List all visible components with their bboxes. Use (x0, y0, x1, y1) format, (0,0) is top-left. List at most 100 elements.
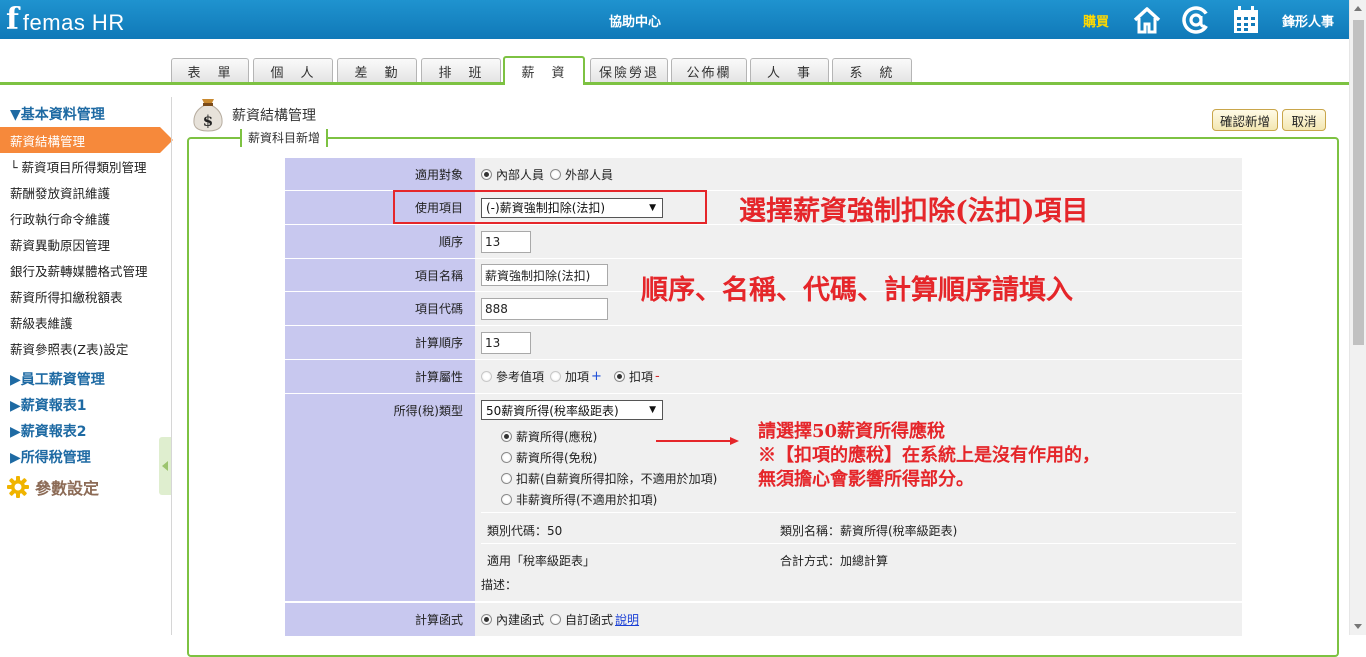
sidebar-section-report1[interactable]: ▶薪資報表1 (10, 395, 87, 415)
calc-order-label: 計算順序 (285, 326, 475, 359)
radio-builtin[interactable] (481, 614, 492, 625)
tab-forms[interactable]: 表 單 (171, 58, 249, 84)
sidebar-item-income-category[interactable]: └ 薪資項目所得類別管理 (0, 153, 171, 179)
row-target: 適用對象 內部人員 外部人員 (285, 158, 1242, 191)
annotation-tax-note: 請選擇50薪資所得應稅 ※【扣項的應稅】在系統上是沒有作用的， 無須擔心會影響所… (758, 420, 1100, 492)
tab-hr[interactable]: 人 事 (750, 58, 829, 84)
tab-shift[interactable]: 排 班 (421, 58, 501, 84)
attr-reference-option[interactable]: 參考值項 (481, 368, 544, 385)
tab-insurance[interactable]: 保險勞退 (590, 58, 668, 84)
sidebar: ▼基本資料管理 薪資結構管理 └ 薪資項目所得類別管理 薪酬發放資訊維護 行政執… (0, 97, 173, 635)
annotation-fill-fields: 順序、名稱、代碼、計算順序請填入 (641, 275, 1073, 306)
annotation-tax-line1: 請選擇50薪資所得應稅 (758, 421, 946, 442)
radio-exempt[interactable] (501, 452, 512, 463)
annotation-highlight-box (393, 190, 707, 224)
dropdown-arrow-icon: ▼ (649, 405, 656, 415)
explain-link[interactable]: 說明 (615, 611, 639, 628)
sidebar-settings[interactable]: 參數設定 (6, 475, 99, 499)
top-header: f femas HR 協助中心 購買 鋒形人事 (0, 0, 1366, 39)
radio-internal[interactable] (481, 168, 492, 180)
sidebar-section-income-tax[interactable]: ▶所得稅管理 (10, 447, 91, 467)
tax-option-non-salary[interactable]: 非薪資所得(不適用於扣項) (501, 491, 657, 508)
sidebar-item-withholding-table[interactable]: 薪資所得扣繳稅額表 (0, 283, 171, 309)
home-icon[interactable] (1131, 4, 1163, 36)
confirm-add-button[interactable]: 確認新增 (1212, 109, 1278, 131)
radio-custom[interactable] (550, 614, 562, 625)
buy-link[interactable]: 購買 (1083, 11, 1109, 30)
vertical-scrollbar[interactable] (1349, 0, 1366, 635)
sum-method: 合計方式：加總計算 (780, 554, 889, 568)
sidebar-section-employee-salary[interactable]: ▶員工薪資管理 (10, 369, 105, 389)
order-input[interactable]: 13 (481, 230, 531, 253)
logo-text: femas HR (22, 10, 125, 35)
category-name: 類別名稱：薪資所得(稅率級距表) (780, 524, 958, 538)
calendar-icon[interactable] (1230, 4, 1262, 36)
attr-deduct-option[interactable]: 扣項 - (613, 368, 660, 385)
sidebar-item-salary-structure[interactable]: 薪資結構管理 (0, 127, 173, 153)
item-name-label: 項目名稱 (285, 259, 475, 291)
order-label: 順序 (285, 225, 475, 258)
tax-option-taxable[interactable]: 薪資所得(應稅) (501, 428, 597, 445)
tax-type-select[interactable]: 50薪資所得(稅率級距表) ▼ (481, 400, 663, 420)
sidebar-collapse-handle[interactable] (159, 437, 171, 495)
radio-external[interactable] (550, 168, 562, 180)
category-code: 類別代碼：50 (487, 524, 563, 538)
brand-label: 鋒形人事 (1282, 15, 1335, 30)
tax-option-exempt[interactable]: 薪資所得(免稅) (501, 449, 597, 466)
scroll-up-icon[interactable] (1354, 6, 1362, 11)
sidebar-item-payment-info[interactable]: 薪酬發放資訊維護 (0, 179, 171, 205)
radio-deduct-income[interactable] (501, 473, 512, 484)
target-external-option[interactable]: 外部人員 (550, 166, 613, 183)
tab-payroll[interactable]: 薪 資 (503, 56, 585, 85)
tax-type-select-value: 50薪資所得(稅率級距表) (486, 403, 619, 418)
gear-icon (7, 476, 29, 498)
row-calc-attr: 計算屬性 參考值項 加項 + 扣項 - (285, 360, 1242, 394)
money-bag-icon: $ (193, 99, 223, 132)
femas-hr-logo[interactable]: f femas HR (6, 4, 125, 36)
func-builtin-option[interactable]: 內建函式 (481, 611, 544, 628)
page-title: 薪資結構管理 (232, 108, 316, 124)
sidebar-item-z-table[interactable]: 薪資參照表(Z表)設定 (0, 335, 171, 361)
scroll-down-icon[interactable] (1354, 624, 1362, 629)
radio-reference[interactable] (481, 371, 492, 382)
tab-system[interactable]: 系 統 (832, 58, 912, 84)
radio-add[interactable] (550, 371, 562, 382)
sidebar-item-grade-table[interactable]: 薪級表維護 (0, 309, 171, 335)
row-order: 順序 13 (285, 225, 1242, 259)
annotation-arrow-icon (656, 437, 739, 445)
item-code-input[interactable]: 888 (481, 297, 608, 320)
divider (481, 512, 1236, 513)
tab-attendance[interactable]: 差 勤 (337, 58, 417, 84)
help-center-title[interactable]: 協助中心 (600, 11, 670, 30)
radio-taxable[interactable] (501, 431, 512, 442)
at-icon[interactable] (1180, 4, 1212, 36)
tax-option-deduct[interactable]: 扣薪(自薪資所得扣除，不適用於加項) (501, 470, 717, 487)
sidebar-item-change-reason[interactable]: 薪資異動原因管理 (0, 231, 171, 257)
target-internal-option[interactable]: 內部人員 (481, 166, 544, 183)
target-label: 適用對象 (285, 158, 475, 190)
calc-order-input[interactable]: 13 (481, 331, 531, 354)
radio-deduct[interactable] (613, 371, 625, 382)
svg-text:$: $ (203, 112, 213, 130)
tab-personal[interactable]: 個 人 (253, 58, 333, 84)
attr-add-option[interactable]: 加項 + (550, 368, 608, 385)
row-calc-func: 計算函式 內建函式 自訂函式 說明 (285, 603, 1242, 637)
radio-non-salary[interactable] (501, 494, 512, 505)
scrollbar-thumb[interactable] (1353, 20, 1364, 345)
row-calc-order: 計算順序 13 (285, 326, 1242, 360)
logo-mark: f (6, 2, 19, 37)
sidebar-section-basic[interactable]: ▼基本資料管理 (10, 104, 105, 124)
cancel-button[interactable]: 取消 (1282, 109, 1326, 131)
sidebar-item-bank-format[interactable]: 銀行及薪轉媒體格式管理 (0, 257, 171, 283)
func-custom-option[interactable]: 自訂函式 (550, 611, 613, 628)
tab-bulletin[interactable]: 公佈欄 (671, 58, 747, 84)
sidebar-item-execution-order[interactable]: 行政執行命令維護 (0, 205, 171, 231)
item-code-label: 項目代碼 (285, 292, 475, 325)
sidebar-section-report2[interactable]: ▶薪資報表2 (10, 421, 87, 441)
annotation-tax-line3: 無須擔心會影響所得部分。 (758, 469, 974, 490)
applies-table: 適用「稅率級距表」 (487, 554, 596, 568)
annotation-usage: 選擇薪資強制扣除(法扣)項目 (739, 196, 1089, 227)
item-name-input[interactable]: 薪資強制扣除(法扣) (481, 264, 608, 286)
description-label: 描述： (481, 578, 518, 592)
minus-sign: - (654, 369, 660, 384)
